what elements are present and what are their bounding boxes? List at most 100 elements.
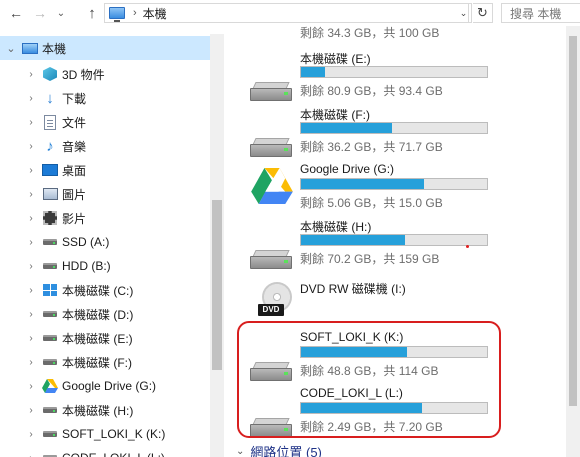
chevron-right-icon[interactable]: ›: [26, 381, 36, 392]
drive-tile[interactable]: 本機磁碟 (H:) 剩餘 70.2 GB，共 159 GB: [232, 218, 564, 274]
drive-icon: [42, 234, 58, 250]
nav-item-label: 本機磁碟 (D:): [62, 307, 134, 322]
up-arrow-icon[interactable]: ↑: [82, 3, 102, 23]
chevron-right-icon[interactable]: ›: [26, 429, 36, 440]
computer-icon: [22, 40, 38, 56]
drive-usage-bar: [300, 234, 488, 246]
chevron-right-icon[interactable]: ›: [26, 333, 36, 344]
nav-item[interactable]: › CODE_LOKI_L (L:): [0, 446, 210, 457]
nav-item[interactable]: › ♪ 音樂: [0, 134, 210, 158]
nav-item[interactable]: › Google Drive (G:): [0, 374, 210, 398]
drive-usage-fill: [301, 179, 424, 189]
drive-name: 本機磁碟 (E:): [300, 52, 371, 66]
drive-tile[interactable]: Google Drive (G:) 剩餘 5.06 GB，共 15.0 GB: [232, 162, 564, 218]
nav-item[interactable]: › SSD (A:): [0, 230, 210, 254]
nav-item-label: Google Drive (G:): [62, 379, 157, 393]
nav-item-label: 文件: [62, 115, 87, 130]
chevron-right-icon[interactable]: ›: [26, 69, 36, 80]
address-dropdown-icon[interactable]: ⌄: [456, 3, 472, 23]
back-arrow-icon[interactable]: ←: [6, 3, 26, 23]
nav-item[interactable]: › 文件: [0, 110, 210, 134]
nav-item-label: HDD (B:): [62, 259, 111, 273]
nav-item[interactable]: › 影片: [0, 206, 210, 230]
chevron-right-icon[interactable]: ›: [26, 261, 36, 272]
drive-icon: [42, 354, 58, 370]
chevron-right-icon[interactable]: ›: [26, 165, 36, 176]
hard-drive-icon: [246, 120, 294, 158]
nav-item[interactable]: › 本機磁碟 (H:): [0, 398, 210, 422]
content-scrollbar-thumb[interactable]: [569, 36, 577, 406]
chevron-right-icon[interactable]: ›: [26, 453, 36, 457]
network-locations-group[interactable]: ⌄ 網路位置 (5): [232, 443, 322, 457]
chevron-right-icon[interactable]: ›: [26, 93, 36, 104]
drive-icon: [42, 450, 58, 457]
computer-icon: [109, 7, 125, 22]
nav-item-label: SOFT_LOKI_K (K:): [62, 427, 166, 441]
nav-item-label: SSD (A:): [62, 235, 110, 249]
drive-tile[interactable]: 本機磁碟 (E:) 剩餘 80.9 GB，共 93.4 GB: [232, 50, 564, 106]
refresh-icon[interactable]: ↻: [473, 3, 493, 23]
nav-item[interactable]: › 3D 物件: [0, 62, 210, 86]
forward-arrow-icon[interactable]: →: [30, 3, 50, 23]
pictures-icon: [42, 186, 58, 202]
drive-tile[interactable]: 本機磁碟 (F:) 剩餘 36.2 GB，共 71.7 GB: [232, 106, 564, 162]
nav-item[interactable]: › 本機磁碟 (E:): [0, 326, 210, 350]
nav-item-label: 本機: [42, 41, 67, 56]
nav-item-label: 本機磁碟 (E:): [62, 331, 133, 346]
drive-icon: [42, 306, 58, 322]
chevron-right-icon[interactable]: ›: [26, 237, 36, 248]
search-input[interactable]: 搜尋 本機: [501, 3, 580, 23]
address-field[interactable]: › 本機: [104, 3, 469, 23]
drive-icon: [42, 258, 58, 274]
nav-item[interactable]: › 本機磁碟 (C:): [0, 278, 210, 302]
nav-scrollbar-thumb[interactable]: [212, 200, 222, 370]
chevron-right-icon[interactable]: ›: [26, 189, 36, 200]
hard-drive-icon: [246, 64, 294, 102]
content-scrollbar[interactable]: [566, 26, 580, 457]
nav-scrollbar[interactable]: [210, 34, 224, 457]
nav-item[interactable]: › SOFT_LOKI_K (K:): [0, 422, 210, 446]
drive-name: Google Drive (G:): [300, 162, 395, 176]
drive-usage-fill: [301, 235, 406, 245]
breadcrumb-separator: ›: [133, 7, 137, 19]
chevron-right-icon[interactable]: ›: [26, 309, 36, 320]
chevron-right-icon[interactable]: ›: [26, 357, 36, 368]
drive-usage-bar: [300, 122, 488, 134]
chevron-down-icon[interactable]: ⌄: [6, 42, 16, 55]
nav-item[interactable]: › ↓ 下載: [0, 86, 210, 110]
desktop-icon: [42, 162, 58, 178]
nav-item-label: 桌面: [62, 163, 87, 178]
nav-item-label: 本機磁碟 (C:): [62, 283, 134, 298]
nav-item-label: 圖片: [62, 187, 87, 202]
nav-item[interactable]: › 桌面: [0, 158, 210, 182]
3d-objects-icon: [42, 66, 58, 82]
chevron-right-icon[interactable]: ›: [26, 213, 36, 224]
breadcrumb-this-pc[interactable]: 本機: [143, 5, 167, 22]
chevron-right-icon[interactable]: ›: [26, 285, 36, 296]
recent-locations-chevron-icon[interactable]: ⌄: [54, 3, 68, 23]
document-icon: [42, 114, 58, 130]
chevron-right-icon[interactable]: ›: [26, 117, 36, 128]
nav-item[interactable]: › 本機磁碟 (D:): [0, 302, 210, 326]
nav-item-label: 影片: [62, 211, 87, 226]
drive-icon: [42, 402, 58, 418]
drive-usage-bar: [300, 178, 488, 190]
google-drive-icon: [42, 378, 58, 394]
nav-item[interactable]: › HDD (B:): [0, 254, 210, 278]
drive-info: 剩餘 34.3 GB，共 100 GB: [300, 26, 440, 40]
nav-item[interactable]: ⌄ 本機: [0, 36, 210, 60]
nav-item[interactable]: › 本機磁碟 (F:): [0, 350, 210, 374]
nav-item-label: 音樂: [62, 139, 87, 154]
chevron-right-icon[interactable]: ›: [26, 141, 36, 152]
nav-item-label: 本機磁碟 (F:): [62, 355, 132, 370]
drive-usage-bar: [300, 66, 488, 78]
nav-item[interactable]: › 圖片: [0, 182, 210, 206]
dvd-label: DVD: [258, 304, 284, 316]
group-label: 網路位置 (5): [250, 444, 322, 457]
address-bar: ← → ⌄ ↑ › 本機 ⌄ ↻ 搜尋 本機: [0, 0, 580, 26]
annotation-highlight-box: [237, 321, 501, 438]
chevron-right-icon[interactable]: ›: [26, 405, 36, 416]
drive-icon: [42, 426, 58, 442]
drive-tile-partial[interactable]: 剩餘 34.3 GB，共 100 GB: [232, 26, 564, 40]
chevron-down-icon[interactable]: ⌄: [236, 446, 244, 457]
